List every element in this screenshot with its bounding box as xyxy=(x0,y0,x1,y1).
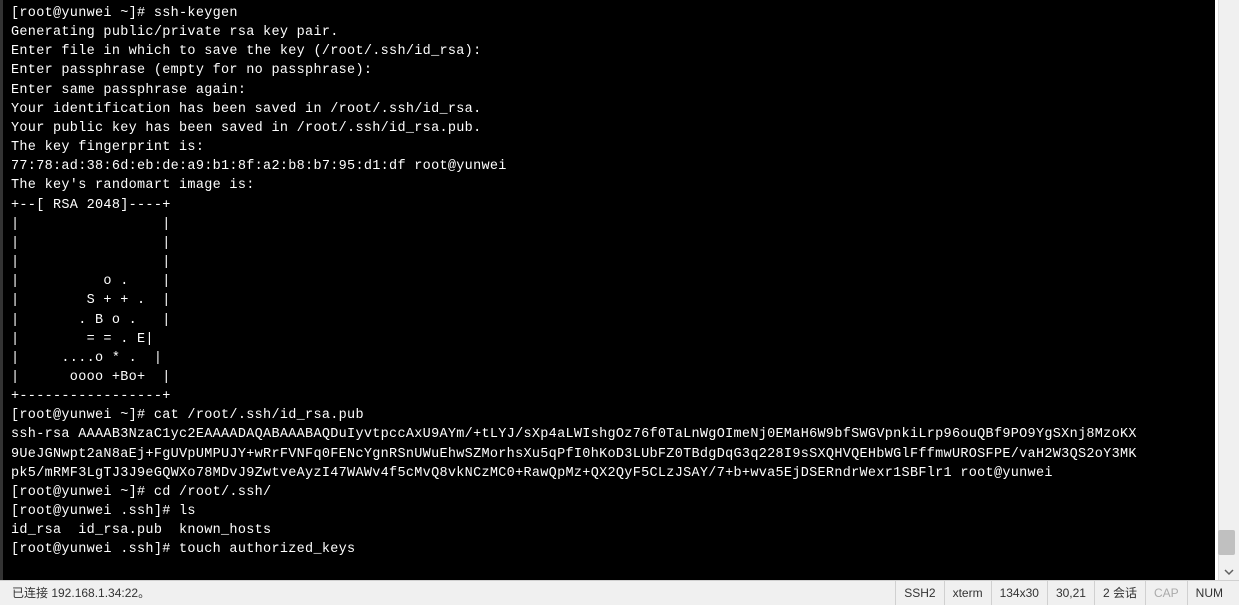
terminal-line: Your public key has been saved in /root/… xyxy=(11,119,1215,138)
terminal-line: | oooo +Bo+ | xyxy=(11,368,1215,387)
terminal-line: | o . | xyxy=(11,272,1215,291)
terminal-line: Generating public/private rsa key pair. xyxy=(11,23,1215,42)
terminal-line: The key fingerprint is: xyxy=(11,138,1215,157)
terminal-line: [root@yunwei ~]# cat /root/.ssh/id_rsa.p… xyxy=(11,406,1215,425)
status-bar: 已连接 192.168.1.34:22。 SSH2 xterm 134x30 3… xyxy=(0,580,1239,604)
scroll-down-button[interactable] xyxy=(1220,563,1237,580)
terminal-line: Enter passphrase (empty for no passphras… xyxy=(11,61,1215,80)
terminal-line: Enter file in which to save the key (/ro… xyxy=(11,42,1215,61)
terminal-line: id_rsa id_rsa.pub known_hosts xyxy=(11,521,1215,540)
status-sessions: 2 会话 xyxy=(1094,581,1145,605)
status-connected: 已连接 192.168.1.34:22。 xyxy=(8,584,895,601)
terminal-line: ssh-rsa AAAAB3NzaC1yc2EAAAADAQABAAABAQDu… xyxy=(11,425,1215,444)
status-size: 134x30 xyxy=(991,581,1047,605)
terminal-line: 9UeJGNwpt2aN8aEj+FgUVpUMPUJY+wRrFVNFq0FE… xyxy=(11,445,1215,464)
terminal-line: +--[ RSA 2048]----+ xyxy=(11,196,1215,215)
terminal-line: | = = . E| xyxy=(11,330,1215,349)
terminal-line: | | xyxy=(11,234,1215,253)
terminal-container: [root@yunwei ~]# ssh-keygenGenerating pu… xyxy=(0,0,1239,580)
terminal-line: [root@yunwei .ssh]# ls xyxy=(11,502,1215,521)
terminal-line: | ....o * . | xyxy=(11,349,1215,368)
scrollbar-thumb[interactable] xyxy=(1218,530,1235,555)
status-num: NUM xyxy=(1187,581,1231,605)
terminal-line: Your identification has been saved in /r… xyxy=(11,100,1215,119)
terminal-line: | | xyxy=(11,215,1215,234)
terminal-line: | | xyxy=(11,253,1215,272)
terminal-line: [root@yunwei .ssh]# touch authorized_key… xyxy=(11,540,1215,559)
status-cap: CAP xyxy=(1145,581,1187,605)
terminal-line: +-----------------+ xyxy=(11,387,1215,406)
status-term: xterm xyxy=(944,581,991,605)
chevron-down-icon xyxy=(1224,567,1234,577)
terminal-line: The key's randomart image is: xyxy=(11,176,1215,195)
status-protocol: SSH2 xyxy=(895,581,943,605)
terminal-line: 77:78:ad:38:6d:eb:de:a9:b1:8f:a2:b8:b7:9… xyxy=(11,157,1215,176)
scrollbar-track[interactable] xyxy=(1220,0,1237,560)
terminal-line: Enter same passphrase again: xyxy=(11,81,1215,100)
terminal-line: [root@yunwei ~]# cd /root/.ssh/ xyxy=(11,483,1215,502)
terminal[interactable]: [root@yunwei ~]# ssh-keygenGenerating pu… xyxy=(3,0,1215,580)
terminal-line: | . B o . | xyxy=(11,311,1215,330)
terminal-line: | S + + . | xyxy=(11,291,1215,310)
terminal-line: pk5/mRMF3LgTJ3J9eGQWXo78MDvJ9ZwtveAyzI47… xyxy=(11,464,1215,483)
terminal-line: [root@yunwei ~]# ssh-keygen xyxy=(11,4,1215,23)
scrollbar-area xyxy=(1218,0,1239,580)
status-cursor: 30,21 xyxy=(1047,581,1094,605)
